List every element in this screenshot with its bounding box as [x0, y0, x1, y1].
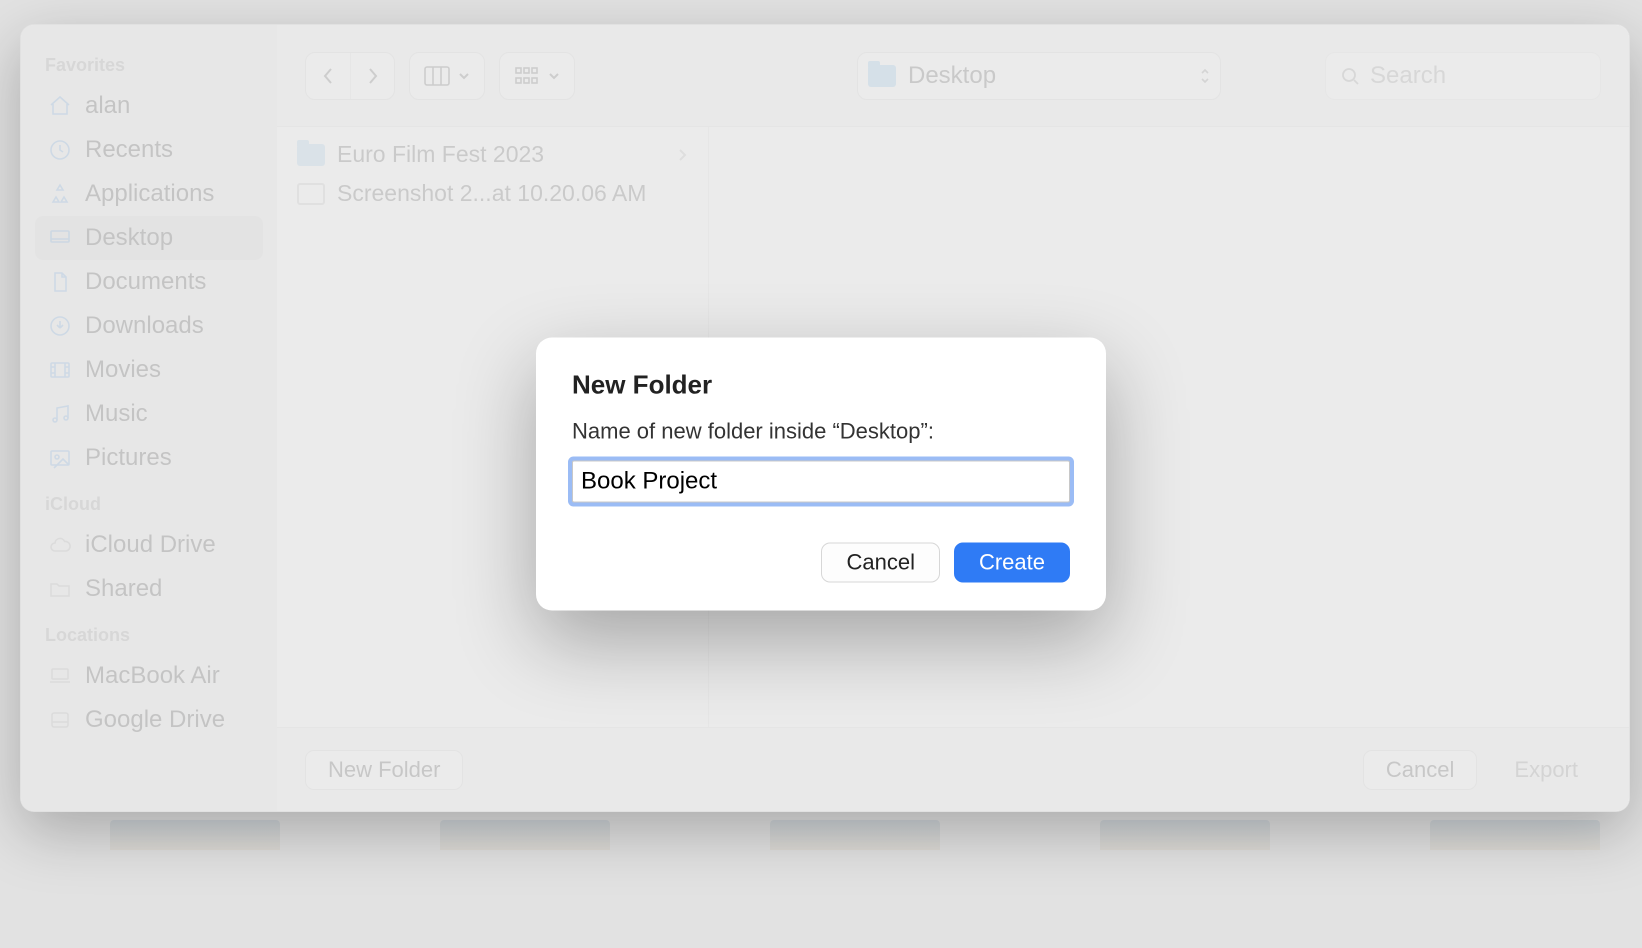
clock-icon: [47, 137, 73, 163]
document-icon: [47, 269, 73, 295]
group-by-button[interactable]: [499, 52, 575, 100]
folder-icon: [868, 65, 896, 87]
sidebar-item-applications[interactable]: Applications: [35, 172, 263, 216]
apps-icon: [47, 181, 73, 207]
sidebar-item-label: Documents: [85, 268, 206, 296]
chevron-down-icon: [548, 71, 560, 81]
sidebar-item-documents[interactable]: Documents: [35, 260, 263, 304]
sidebar-item-google-drive[interactable]: Google Drive: [35, 698, 263, 742]
sidebar-item-label: Shared: [85, 575, 162, 603]
search-placeholder: Search: [1370, 62, 1446, 90]
button-label: Cancel: [1386, 757, 1454, 783]
new-folder-modal: New Folder Name of new folder inside “De…: [536, 338, 1106, 611]
file-name: Euro Film Fest 2023: [337, 141, 544, 168]
button-label: Export: [1514, 757, 1578, 783]
sidebar-section-title-locations: Locations: [45, 625, 253, 646]
background-thumbnail: [1430, 820, 1600, 850]
sidebar-item-shared[interactable]: Shared: [35, 567, 263, 611]
sidebar-item-label: Pictures: [85, 444, 172, 472]
sidebar-item-label: Recents: [85, 136, 173, 164]
background-thumbnail: [770, 820, 940, 850]
sidebar-item-home[interactable]: alan: [35, 84, 263, 128]
download-icon: [47, 313, 73, 339]
location-popup[interactable]: Desktop: [857, 52, 1221, 100]
sidebar-item-macbook-air[interactable]: MacBook Air: [35, 654, 263, 698]
background-thumbnail: [1100, 820, 1270, 850]
button-label: Create: [979, 550, 1045, 576]
sidebar-section-title-favorites: Favorites: [45, 55, 253, 76]
shared-folder-icon: [47, 576, 73, 602]
sidebar-item-label: Desktop: [85, 224, 173, 252]
folder-icon: [297, 144, 325, 166]
nav-back-forward: [305, 52, 395, 100]
cloud-icon: [47, 532, 73, 558]
modal-title: New Folder: [572, 370, 1070, 401]
search-icon: [1340, 66, 1360, 86]
panel-footer: New Folder Cancel Export: [277, 727, 1629, 811]
export-button[interactable]: Export: [1491, 750, 1601, 790]
forward-button[interactable]: [350, 53, 394, 99]
pictures-icon: [47, 445, 73, 471]
button-label: New Folder: [328, 757, 440, 783]
sidebar-item-movies[interactable]: Movies: [35, 348, 263, 392]
laptop-icon: [47, 663, 73, 689]
sidebar-item-desktop[interactable]: Desktop: [35, 216, 263, 260]
chevron-down-icon: [458, 71, 470, 81]
chevron-left-icon: [320, 66, 336, 86]
sidebar-section-title-icloud: iCloud: [45, 494, 253, 515]
music-icon: [47, 401, 73, 427]
sidebar-item-label: Music: [85, 400, 148, 428]
background-thumbnail-strip: [110, 820, 1602, 850]
sidebar-item-label: MacBook Air: [85, 662, 220, 690]
grid-icon: [514, 66, 540, 86]
background-thumbnail: [440, 820, 610, 850]
sidebar-item-music[interactable]: Music: [35, 392, 263, 436]
chevron-right-icon: [676, 147, 688, 163]
sidebar-item-pictures[interactable]: Pictures: [35, 436, 263, 480]
desktop-icon: [47, 225, 73, 251]
file-row-folder[interactable]: Euro Film Fest 2023: [277, 135, 708, 174]
image-file-icon: [297, 183, 325, 205]
sidebar-item-label: Movies: [85, 356, 161, 384]
chevron-right-icon: [365, 66, 381, 86]
cancel-button[interactable]: Cancel: [1363, 750, 1477, 790]
new-folder-button[interactable]: New Folder: [305, 750, 463, 790]
sidebar-item-icloud-drive[interactable]: iCloud Drive: [35, 523, 263, 567]
disk-icon: [47, 707, 73, 733]
search-field[interactable]: Search: [1325, 52, 1601, 100]
home-icon: [47, 93, 73, 119]
file-row-image[interactable]: Screenshot 2...at 10.20.06 AM: [277, 174, 708, 213]
button-label: Cancel: [846, 550, 914, 576]
modal-prompt: Name of new folder inside “Desktop”:: [572, 419, 1070, 445]
sidebar-item-label: alan: [85, 92, 130, 120]
up-down-icon: [1200, 69, 1210, 83]
back-button[interactable]: [306, 53, 350, 99]
background-thumbnail: [110, 820, 280, 850]
movie-icon: [47, 357, 73, 383]
file-name: Screenshot 2...at 10.20.06 AM: [337, 180, 646, 207]
view-columns-button[interactable]: [409, 52, 485, 100]
sidebar-item-label: Applications: [85, 180, 214, 208]
toolbar: Desktop Search: [277, 25, 1629, 127]
modal-create-button[interactable]: Create: [954, 543, 1070, 583]
sidebar-item-label: iCloud Drive: [85, 531, 216, 559]
sidebar-item-recents[interactable]: Recents: [35, 128, 263, 172]
sidebar-item-downloads[interactable]: Downloads: [35, 304, 263, 348]
location-label: Desktop: [908, 62, 996, 90]
sidebar: Favorites alan Recents Applications Desk…: [21, 25, 277, 811]
folder-name-input[interactable]: [572, 461, 1070, 503]
sidebar-item-label: Downloads: [85, 312, 204, 340]
columns-icon: [424, 66, 450, 86]
modal-actions: Cancel Create: [572, 543, 1070, 583]
modal-cancel-button[interactable]: Cancel: [821, 543, 939, 583]
sidebar-item-label: Google Drive: [85, 706, 225, 734]
